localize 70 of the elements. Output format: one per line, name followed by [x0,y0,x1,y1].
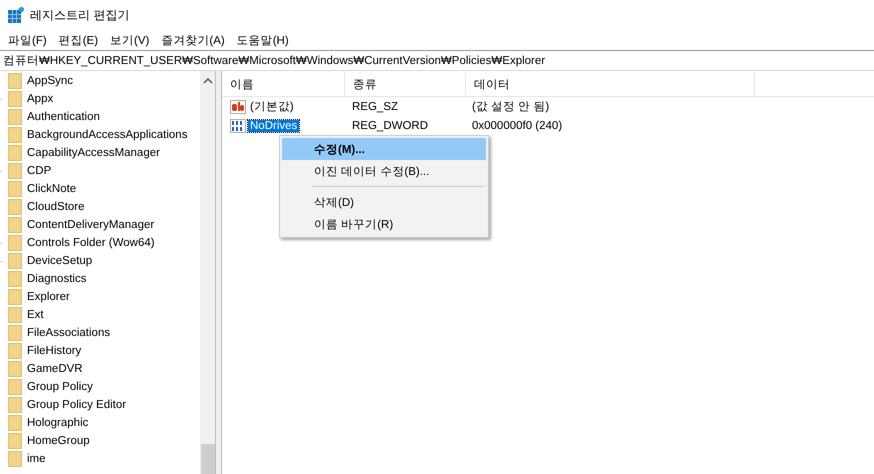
scroll-up-icon[interactable] [202,77,212,85]
window-title: 레지스트리 편집기 [30,6,130,24]
folder-icon [8,199,22,215]
binary-value-icon [230,118,246,132]
folder-icon [8,181,22,197]
table-cell-text: 0x000000f0 (240) [471,120,564,132]
tree-item[interactable]: ime [0,451,46,467]
folder-icon [8,361,22,377]
tree-item[interactable]: Group Policy [0,379,93,395]
folder-icon [8,379,22,395]
folder-icon [8,109,22,125]
scrollbar[interactable] [200,71,215,474]
folder-icon [8,253,22,269]
tree-item[interactable]: Group Policy Editor [0,397,126,413]
tree-item[interactable]: FileHistory [0,343,82,359]
menu-item[interactable]: 파일(F) [4,32,51,48]
tree-item[interactable]: Controls Folder (Wow64) [0,235,155,251]
context-menu-item[interactable]: 이진 데이터 수정(B)... [282,160,486,182]
folder-icon [8,451,22,467]
folder-icon [8,73,22,89]
scroll-thumb[interactable] [200,444,214,474]
tree-item[interactable]: CloudStore [0,199,85,215]
table-cell-text: REG_SZ [351,100,400,112]
value-name[interactable]: NoDrives [248,120,300,132]
tree-item[interactable]: AppSync [0,73,74,89]
menu-item[interactable]: 보기(V) [106,32,154,48]
folder-icon [8,397,22,413]
tree-item[interactable]: ContentDeliveryManager [0,217,154,233]
registry-icon [8,7,24,23]
tree-item[interactable]: Diagnostics [0,271,86,287]
folder-icon [8,307,22,323]
menu-item[interactable]: 즐겨찾기(A) [157,32,229,48]
tree-item[interactable]: Explorer [0,289,70,305]
tree-item[interactable]: HomeGroup [0,433,90,449]
menu-item[interactable]: 도움말(H) [232,32,293,48]
column-header[interactable]: 종류 [345,72,466,96]
folder-icon [8,433,22,449]
folder-icon [8,217,22,233]
context-menu-item[interactable]: 수정(M)... [282,138,486,160]
tree-item[interactable]: ClickNote [0,181,76,197]
folder-icon [8,415,22,431]
column-header[interactable]: 이름 [222,72,345,96]
folder-icon [8,343,22,359]
folder-icon [8,163,22,179]
folder-icon [8,91,22,107]
address-bar[interactable]: 컴퓨터₩HKEY_CURRENT_USER₩Software₩Microsoft₩Windows₩CurrentVersion₩Policies₩Explorer [0,50,874,71]
folder-icon [8,325,22,341]
menu-item[interactable]: 편집(E) [54,32,102,48]
tree-item[interactable]: FileAssociations [0,325,110,341]
folder-icon [8,127,22,143]
table-cell-text: (값 설정 안 됨) [471,100,550,114]
tree-item[interactable]: BackgroundAccessApplications [0,127,188,143]
tree-item[interactable]: Authentication [0,109,100,125]
tree-item[interactable]: CapabilityAccessManager [0,145,160,161]
column-header[interactable]: 데이터 [466,72,755,96]
string-value-icon [230,100,246,114]
tree-item[interactable]: Ext [0,307,44,323]
folder-icon [8,289,22,305]
context-menu-item[interactable]: 이름 바꾸기(R) [282,213,486,235]
folder-icon [8,145,22,161]
tree-item[interactable]: Holographic [0,415,88,431]
tree-item[interactable]: Appx [0,91,54,107]
context-menu-item[interactable]: 삭제(D) [282,191,486,213]
tree-item[interactable]: CDP [0,163,52,179]
tree-item[interactable]: DeviceSetup [0,253,92,269]
folder-icon [8,235,22,251]
table-cell-text: REG_DWORD [351,120,430,132]
folder-icon [8,271,22,287]
tree-item[interactable]: GameDVR [0,361,83,377]
value-name[interactable]: (기본값) [248,99,296,114]
